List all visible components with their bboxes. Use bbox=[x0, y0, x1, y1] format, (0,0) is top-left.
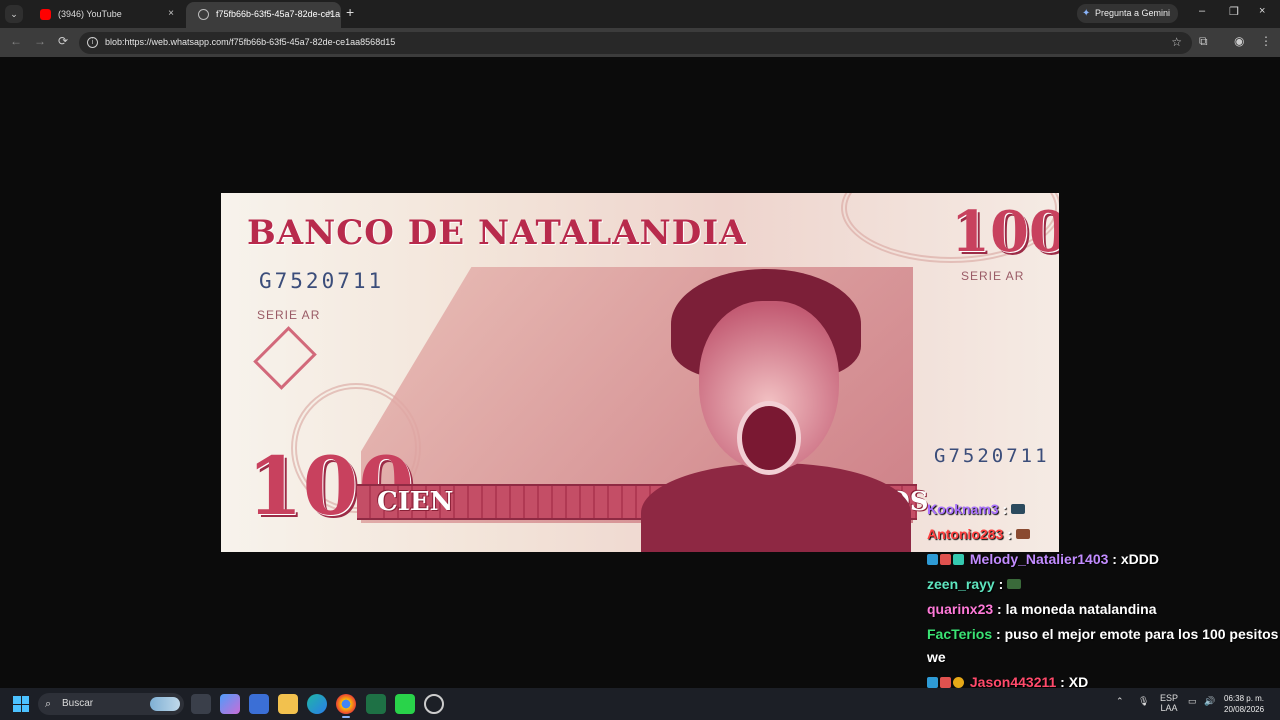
chat-username: FacTerios bbox=[927, 626, 993, 642]
chat-message: Melody_Natalier1403 : xDDD bbox=[927, 551, 1277, 567]
tab-search-button[interactable]: ⌄ bbox=[5, 5, 23, 23]
search-highlight-image bbox=[150, 697, 180, 711]
chrome-icon[interactable] bbox=[336, 694, 356, 718]
word-cien: CIEN bbox=[377, 487, 454, 517]
chat-text: la moneda natalandina bbox=[1005, 601, 1157, 617]
tab-youtube[interactable]: (3946) YouTube × bbox=[28, 2, 182, 28]
taskbar-search[interactable]: ⌕ Buscar bbox=[38, 693, 184, 715]
clock-time: 06:38 p. m. bbox=[1224, 694, 1265, 703]
clock[interactable]: 06:38 p. m. 20/08/2026 bbox=[1224, 693, 1264, 715]
chat-username: quarinx23 bbox=[927, 601, 994, 617]
chat-message: quarinx23 : la moneda natalandina bbox=[927, 601, 1157, 617]
chat-message: Antonio283 : bbox=[927, 526, 1277, 542]
series-label: SERIE AR bbox=[257, 308, 321, 322]
badge-icon bbox=[927, 554, 938, 565]
chat-message: zeen_rayy : bbox=[927, 576, 1277, 592]
badge-icon bbox=[940, 677, 951, 688]
minimize-button[interactable]: – bbox=[1199, 5, 1205, 17]
tab-title: f75fb66b-63f5-45a7-82de-ce1a bbox=[216, 9, 341, 19]
language-code: ESP bbox=[1160, 693, 1179, 703]
green-app-icon[interactable] bbox=[395, 694, 415, 714]
network-icon[interactable]: ▭ bbox=[1188, 696, 1197, 707]
browser-toolbar: ← → ⟳ i blob:https://web.whatsapp.com/f7… bbox=[0, 28, 1280, 57]
chat-message-continued: we bbox=[927, 649, 1277, 665]
series-label: SERIE AR bbox=[961, 269, 1025, 283]
chat-username: zeen_rayy bbox=[927, 576, 995, 592]
emote-icon bbox=[1007, 579, 1022, 589]
gemini-button[interactable]: ✦ Pregunta a Gemini bbox=[1077, 4, 1179, 23]
portrait-mouth bbox=[737, 401, 801, 475]
gemini-icon: ✦ bbox=[1082, 8, 1091, 19]
excel-icon[interactable] bbox=[366, 694, 386, 714]
chevron-up-icon[interactable]: ⌃ bbox=[1116, 696, 1124, 707]
image-viewer: BANCO DE NATALANDIA G7520711 G7520711 SE… bbox=[0, 57, 1280, 688]
youtube-icon bbox=[40, 9, 51, 20]
chat-text: puso el mejor emote para los 100 pesitos bbox=[1004, 626, 1279, 642]
start-button[interactable] bbox=[13, 696, 29, 712]
banknote-image: BANCO DE NATALANDIA G7520711 G7520711 SE… bbox=[221, 193, 1059, 552]
chat-text: xDDD bbox=[1120, 551, 1159, 567]
globe-icon bbox=[198, 9, 209, 20]
portrait bbox=[641, 263, 911, 552]
chat-username: Kooknam3 bbox=[927, 501, 999, 517]
copilot-icon[interactable] bbox=[220, 694, 240, 714]
file-explorer-icon[interactable] bbox=[278, 694, 298, 714]
emote-icon bbox=[1011, 504, 1026, 514]
serial-number: G7520711 bbox=[934, 445, 1050, 467]
badge-icon bbox=[927, 677, 938, 688]
emote-icon bbox=[1015, 529, 1030, 539]
bookmark-star-icon[interactable]: ☆ bbox=[1171, 35, 1182, 49]
search-icon: ⌕ bbox=[45, 698, 52, 710]
forward-button[interactable]: → bbox=[34, 34, 46, 48]
back-button[interactable]: ← bbox=[10, 34, 22, 48]
profile-avatar[interactable]: ◉ bbox=[1234, 34, 1244, 48]
badge-icon bbox=[940, 554, 951, 565]
badge-icon bbox=[953, 677, 964, 688]
chat-message: FacTerios : puso el mejor emote para los… bbox=[927, 626, 1279, 642]
maximize-button[interactable]: ❐ bbox=[1229, 5, 1239, 18]
tab-blob[interactable]: f75fb66b-63f5-45a7-82de-ce1a × bbox=[186, 2, 341, 28]
portrait-shirt bbox=[641, 463, 911, 552]
reload-button[interactable]: ⟳ bbox=[58, 34, 68, 48]
new-tab-button[interactable]: + bbox=[346, 4, 354, 20]
close-tab-button[interactable]: × bbox=[327, 2, 333, 26]
chat-username: Antonio283 bbox=[927, 526, 1004, 542]
chat-message: Kooknam3 : bbox=[927, 501, 1277, 517]
badge-icon bbox=[953, 554, 964, 565]
microphone-icon[interactable]: 🎙 bbox=[1138, 696, 1149, 707]
tab-strip: ⌄ (3946) YouTube × f75fb66b-63f5-45a7-82… bbox=[0, 0, 1280, 28]
denomination-top: 100 bbox=[951, 199, 1059, 265]
store-icon[interactable] bbox=[249, 694, 269, 714]
emblem-icon bbox=[253, 326, 317, 390]
chat-text: we bbox=[927, 649, 946, 665]
address-bar[interactable]: i blob:https://web.whatsapp.com/f75fb66b… bbox=[79, 32, 1192, 54]
close-window-button[interactable]: × bbox=[1259, 5, 1265, 17]
chat-username: Melody_Natalier1403 bbox=[969, 551, 1109, 567]
volume-icon[interactable]: 🔊 bbox=[1204, 696, 1215, 707]
menu-icon[interactable]: ⋮ bbox=[1260, 34, 1272, 48]
close-tab-button[interactable]: × bbox=[168, 2, 174, 26]
taskbar: ⌕ Buscar ⌃ 🎙 ESP LAA ▭ 🔊 06:38 p. m. 20/… bbox=[0, 688, 1280, 720]
task-view-icon[interactable] bbox=[191, 694, 211, 714]
edge-icon[interactable] bbox=[307, 694, 327, 714]
layout-code: LAA bbox=[1160, 703, 1178, 713]
site-info-icon[interactable]: i bbox=[87, 37, 98, 48]
settings-icon[interactable] bbox=[424, 694, 444, 714]
serial-number: G7520711 bbox=[259, 269, 385, 293]
language-indicator[interactable]: ESP LAA bbox=[1160, 693, 1178, 713]
gemini-label: Pregunta a Gemini bbox=[1095, 8, 1171, 18]
search-placeholder: Buscar bbox=[62, 698, 94, 709]
clock-date: 20/08/2026 bbox=[1224, 705, 1265, 714]
tab-title: (3946) YouTube bbox=[58, 9, 122, 19]
extensions-icon[interactable]: ⧉ bbox=[1199, 34, 1208, 49]
bank-title: BANCO DE NATALANDIA bbox=[247, 213, 747, 253]
url-text: blob:https://web.whatsapp.com/f75fb66b-6… bbox=[105, 37, 396, 47]
